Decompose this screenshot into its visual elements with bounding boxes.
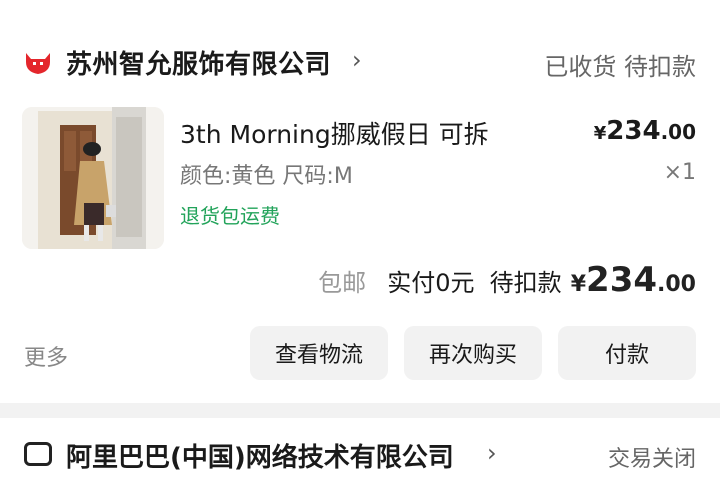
shipping-label: 包邮 (318, 269, 367, 297)
order-card: 苏州智允服饰有限公司 › 已收货 待扣款 3th Morning挪威假日 可拆 … (0, 0, 720, 403)
shop-name-link[interactable]: 阿里巴巴(中国)网络技术有限公司 (66, 437, 454, 474)
buy-again-button[interactable]: 再次购买 (404, 326, 542, 380)
paid-label: 实付0元 (387, 269, 475, 297)
shop-icon (24, 442, 52, 466)
order-status: 已收货 待扣款 (544, 53, 696, 81)
product-price: ¥234.00 (594, 116, 696, 146)
price-currency: ¥ (593, 123, 607, 144)
product-quantity: ×1 (663, 160, 696, 185)
pending-label: 待扣款 (489, 269, 562, 297)
price-decimal: .00 (660, 120, 696, 144)
product-thumbnail[interactable] (22, 107, 164, 249)
order-total: 包邮 实付0元 待扣款 ¥234.00 (318, 260, 696, 300)
chevron-right-icon[interactable]: › (487, 439, 497, 467)
total-integer: 234 (586, 260, 658, 300)
more-button[interactable]: 更多 (24, 340, 68, 372)
price-integer: 234 (606, 116, 661, 146)
pay-button[interactable]: 付款 (558, 326, 696, 380)
return-shipping-tag: 退货包运费 (180, 204, 280, 228)
view-logistics-button[interactable]: 查看物流 (250, 326, 388, 380)
total-decimal: .00 (657, 272, 696, 297)
chevron-right-icon[interactable]: › (352, 46, 362, 74)
product-spec: 颜色:黄色 尺码:M (180, 164, 353, 189)
product-title[interactable]: 3th Morning挪威假日 可拆 (180, 115, 489, 151)
shop-name-link[interactable]: 苏州智允服饰有限公司 (66, 44, 331, 81)
total-currency: ¥ (570, 272, 587, 297)
tmall-shop-icon (26, 53, 50, 74)
order-status: 交易关闭 (607, 447, 696, 472)
